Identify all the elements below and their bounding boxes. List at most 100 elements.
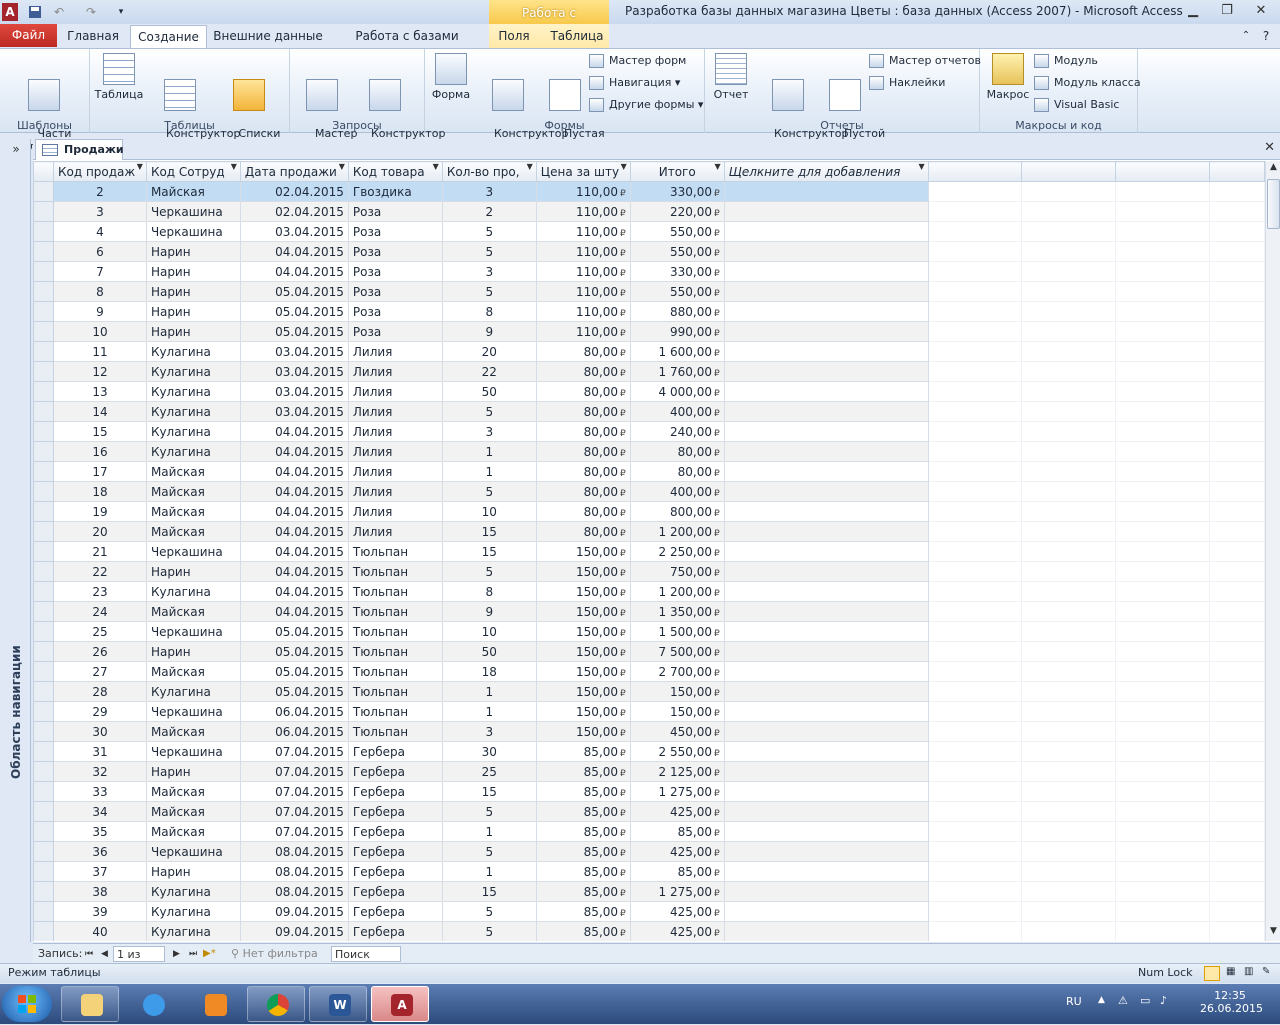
employee-cell[interactable]: Черкашина bbox=[145, 201, 241, 222]
price-cell[interactable]: 80,00 ₽ bbox=[535, 361, 631, 382]
row-selector[interactable] bbox=[33, 461, 54, 482]
table-row[interactable]: 8 Нарин 05.04.2015 Роза 5 110,00 ₽550,00 ₽ bbox=[33, 281, 1265, 302]
quantity-cell[interactable]: 5 bbox=[441, 221, 537, 242]
add-column-cell[interactable] bbox=[723, 781, 929, 802]
sale-id-cell[interactable]: 25 bbox=[52, 621, 147, 642]
quantity-cell[interactable]: 15 bbox=[441, 781, 537, 802]
date-cell[interactable]: 03.04.2015 bbox=[239, 381, 349, 402]
tab-table[interactable]: Таблица bbox=[548, 24, 606, 48]
table-row[interactable]: 12 Кулагина 03.04.2015 Лилия 22 80,00 ₽1 760,0… bbox=[33, 361, 1265, 382]
table-row[interactable]: 25 Черкашина 05.04.2015 Тюльпан 10 150,00 ₽1 5… bbox=[33, 621, 1265, 642]
sale-id-cell[interactable]: 10 bbox=[52, 321, 147, 342]
table-row[interactable]: 27 Майская 05.04.2015 Тюльпан 18 150,00 ₽2 700… bbox=[33, 661, 1265, 682]
employee-cell[interactable]: Майская bbox=[145, 661, 241, 682]
row-selector[interactable] bbox=[33, 521, 54, 542]
row-selector[interactable] bbox=[33, 481, 54, 502]
row-selector[interactable] bbox=[33, 341, 54, 362]
table-row[interactable]: 6 Нарин 04.04.2015 Роза 5 110,00 ₽550,00 ₽ bbox=[33, 241, 1265, 262]
product-cell[interactable]: Тюльпан bbox=[347, 581, 443, 602]
employee-cell[interactable]: Кулагина bbox=[145, 361, 241, 382]
employee-cell[interactable]: Майская bbox=[145, 461, 241, 482]
row-selector[interactable] bbox=[33, 401, 54, 422]
total-cell[interactable]: 7 500,00 ₽ bbox=[629, 641, 725, 662]
product-cell[interactable]: Гербера bbox=[347, 741, 443, 762]
price-cell[interactable]: 80,00 ₽ bbox=[535, 421, 631, 442]
employee-cell[interactable]: Майская bbox=[145, 521, 241, 542]
minimize-icon[interactable]: ▁ bbox=[1180, 2, 1206, 20]
table-button[interactable]: Таблица bbox=[94, 53, 144, 101]
table-row[interactable]: 33 Майская 07.04.2015 Гербера 15 85,00 ₽1 275,… bbox=[33, 781, 1265, 802]
table-row[interactable]: 4 Черкашина 03.04.2015 Роза 5 110,00 ₽550,00 ₽ bbox=[33, 221, 1265, 242]
product-cell[interactable]: Лилия bbox=[347, 381, 443, 402]
date-cell[interactable]: 04.04.2015 bbox=[239, 441, 349, 462]
employee-cell[interactable]: Кулагина bbox=[145, 401, 241, 422]
date-cell[interactable]: 04.04.2015 bbox=[239, 421, 349, 442]
employee-cell[interactable]: Черкашина bbox=[145, 221, 241, 242]
sort-dropdown-icon[interactable]: ▼ bbox=[137, 163, 143, 172]
add-column-cell[interactable] bbox=[723, 501, 929, 522]
date-cell[interactable]: 03.04.2015 bbox=[239, 361, 349, 382]
date-cell[interactable]: 07.04.2015 bbox=[239, 741, 349, 762]
row-selector[interactable] bbox=[33, 781, 54, 802]
product-cell[interactable]: Лилия bbox=[347, 441, 443, 462]
sale-id-cell[interactable]: 26 bbox=[52, 641, 147, 662]
product-cell[interactable]: Тюльпан bbox=[347, 561, 443, 582]
total-cell[interactable]: 400,00 ₽ bbox=[629, 401, 725, 422]
navigation-pane[interactable]: » Область навигации bbox=[0, 139, 31, 942]
add-column-cell[interactable] bbox=[723, 181, 929, 202]
add-column-cell[interactable] bbox=[723, 401, 929, 422]
price-cell[interactable]: 150,00 ₽ bbox=[535, 621, 631, 642]
total-cell[interactable]: 425,00 ₽ bbox=[629, 901, 725, 922]
date-cell[interactable]: 05.04.2015 bbox=[239, 321, 349, 342]
quantity-cell[interactable]: 1 bbox=[441, 701, 537, 722]
record-position-input[interactable]: 1 из 498 bbox=[113, 946, 165, 977]
sale-id-cell[interactable]: 18 bbox=[52, 481, 147, 502]
quantity-cell[interactable]: 18 bbox=[441, 661, 537, 682]
row-selector[interactable] bbox=[33, 381, 54, 402]
vertical-scrollbar[interactable]: ▲ ▼ bbox=[1265, 161, 1280, 941]
column-header[interactable]: Итого ▼ bbox=[629, 161, 725, 182]
date-cell[interactable]: 09.04.2015 bbox=[239, 901, 349, 922]
quantity-cell[interactable]: 15 bbox=[441, 521, 537, 542]
macro-button[interactable]: Макрос bbox=[984, 53, 1032, 101]
sale-id-cell[interactable]: 28 bbox=[52, 681, 147, 702]
employee-cell[interactable]: Нарин bbox=[145, 241, 241, 262]
employee-cell[interactable]: Кулагина bbox=[145, 901, 241, 922]
price-cell[interactable]: 150,00 ₽ bbox=[535, 681, 631, 702]
table-row[interactable]: 28 Кулагина 05.04.2015 Тюльпан 1 150,00 ₽150,0… bbox=[33, 681, 1265, 702]
price-cell[interactable]: 85,00 ₽ bbox=[535, 881, 631, 902]
taskbar-ie[interactable] bbox=[123, 986, 181, 1022]
customize-quick-access-icon[interactable]: ▾ bbox=[114, 3, 128, 21]
table-row[interactable]: 9 Нарин 05.04.2015 Роза 8 110,00 ₽880,00 ₽ bbox=[33, 301, 1265, 322]
taskbar-chrome[interactable] bbox=[247, 986, 305, 1022]
product-cell[interactable]: Роза bbox=[347, 301, 443, 322]
total-cell[interactable]: 1 350,00 ₽ bbox=[629, 601, 725, 622]
employee-cell[interactable]: Кулагина bbox=[145, 381, 241, 402]
quantity-cell[interactable]: 3 bbox=[441, 421, 537, 442]
add-column-cell[interactable] bbox=[723, 261, 929, 282]
price-cell[interactable]: 150,00 ₽ bbox=[535, 561, 631, 582]
sort-dropdown-icon[interactable]: ▼ bbox=[433, 163, 439, 172]
total-cell[interactable]: 1 275,00 ₽ bbox=[629, 881, 725, 902]
row-selector[interactable] bbox=[33, 361, 54, 382]
pivot-table-view-icon[interactable]: ▦ bbox=[1226, 966, 1240, 980]
total-cell[interactable]: 425,00 ₽ bbox=[629, 841, 725, 862]
sale-id-cell[interactable]: 7 bbox=[52, 261, 147, 282]
sale-id-cell[interactable]: 12 bbox=[52, 361, 147, 382]
sale-id-cell[interactable]: 19 bbox=[52, 501, 147, 522]
employee-cell[interactable]: Нарин bbox=[145, 321, 241, 342]
add-column-cell[interactable] bbox=[723, 521, 929, 542]
employee-cell[interactable]: Нарин bbox=[145, 301, 241, 322]
quantity-cell[interactable]: 30 bbox=[441, 741, 537, 762]
sale-id-cell[interactable]: 11 bbox=[52, 341, 147, 362]
add-column-cell[interactable] bbox=[723, 681, 929, 702]
column-header[interactable]: Дата продажи ▼ bbox=[239, 161, 349, 182]
sale-id-cell[interactable]: 37 bbox=[52, 861, 147, 882]
product-cell[interactable]: Гербера bbox=[347, 761, 443, 782]
total-cell[interactable]: 750,00 ₽ bbox=[629, 561, 725, 582]
product-cell[interactable]: Роза bbox=[347, 261, 443, 282]
price-cell[interactable]: 80,00 ₽ bbox=[535, 501, 631, 522]
column-header[interactable]: Код продаж ▼ bbox=[52, 161, 147, 182]
quantity-cell[interactable]: 5 bbox=[441, 801, 537, 822]
total-cell[interactable]: 150,00 ₽ bbox=[629, 701, 725, 722]
